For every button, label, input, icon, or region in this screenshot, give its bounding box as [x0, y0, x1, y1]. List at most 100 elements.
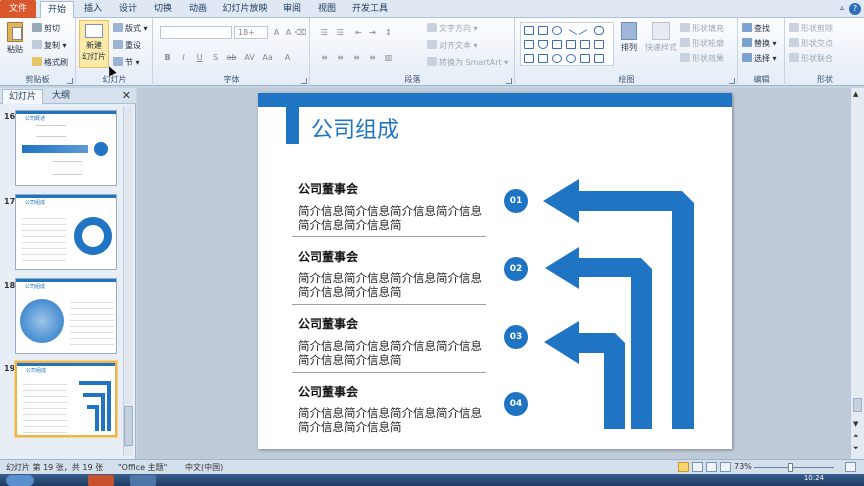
- shape-fill-button[interactable]: 形状填充: [680, 23, 724, 34]
- ribbon-minimize-icon[interactable]: ▵: [840, 3, 844, 12]
- line-spacing-icon[interactable]: ↕: [383, 27, 394, 38]
- powerpoint-taskbar-icon[interactable]: [88, 475, 114, 486]
- reset-button[interactable]: 重设: [113, 40, 141, 51]
- bold-icon[interactable]: B: [162, 52, 173, 63]
- shadow-icon[interactable]: S: [210, 52, 221, 63]
- zoom-level[interactable]: 73%: [734, 462, 752, 471]
- text-direction-button[interactable]: 文字方向 ▾: [427, 23, 478, 34]
- justify-icon[interactable]: ≡: [367, 52, 378, 63]
- shrink-font-icon[interactable]: A: [283, 27, 294, 38]
- brace-shape-icon[interactable]: [538, 54, 548, 63]
- help-icon[interactable]: ?: [849, 3, 861, 15]
- slide-vertical-scrollbar[interactable]: ▲ ▼ ⏶ ⏷: [850, 88, 864, 459]
- tab-animations[interactable]: 动画: [181, 1, 215, 18]
- taskbar-app-icon[interactable]: [130, 475, 156, 486]
- slide-thumbnail-17[interactable]: 公司组成: [15, 194, 117, 270]
- rectangle-shape-icon[interactable]: [524, 40, 534, 49]
- curve-shape-icon[interactable]: [566, 54, 576, 63]
- tab-design[interactable]: 设计: [111, 1, 145, 18]
- next-slide-icon[interactable]: ⏷: [853, 444, 859, 453]
- bullets-icon[interactable]: ☰: [319, 27, 330, 38]
- font-size-combo[interactable]: 18+: [234, 26, 268, 39]
- tab-outline-panel[interactable]: 大纲: [46, 89, 76, 104]
- scroll-down-icon[interactable]: ▼: [853, 420, 858, 428]
- arrow-shape-icon[interactable]: [580, 40, 590, 49]
- bent-arrows-graphic[interactable]: [258, 93, 732, 449]
- new-slide-button[interactable]: 新建 幻灯片: [79, 20, 109, 68]
- shape-intersect-button[interactable]: 形状交点: [789, 38, 833, 49]
- tab-slides-panel[interactable]: 幻灯片: [2, 89, 44, 104]
- current-slide[interactable]: 公司组成 公司董事会 简介信息简介信息简介信息简介信息简介信息简介信息简 01 …: [258, 93, 732, 449]
- change-case-icon[interactable]: Aa: [262, 52, 273, 63]
- shape-union-button[interactable]: 形状联合: [789, 53, 833, 64]
- rounded-rect-shape-icon[interactable]: [594, 26, 604, 35]
- tab-slideshow[interactable]: 幻灯片放映: [219, 1, 271, 18]
- align-center-icon[interactable]: ≡: [335, 52, 346, 63]
- arrow-shape-icon[interactable]: [594, 40, 604, 49]
- rectangle-shape-icon[interactable]: [524, 26, 534, 35]
- clear-format-icon[interactable]: ⌫: [295, 27, 306, 38]
- find-button[interactable]: 查找: [742, 23, 770, 34]
- previous-slide-icon[interactable]: ⏶: [853, 432, 859, 441]
- panel-scrollbar-thumb[interactable]: [124, 406, 133, 446]
- panel-scrollbar[interactable]: [123, 106, 133, 456]
- increase-indent-icon[interactable]: ⇥: [367, 27, 378, 38]
- star-shape-icon[interactable]: [580, 54, 590, 63]
- arrange-button[interactable]: 排列: [618, 22, 640, 53]
- zoom-slider-knob[interactable]: [788, 463, 793, 472]
- align-text-button[interactable]: 对齐文本 ▾: [427, 40, 478, 51]
- underline-icon[interactable]: U: [194, 52, 205, 63]
- font-family-combo[interactable]: [160, 26, 232, 39]
- font-color-icon[interactable]: A: [282, 52, 293, 63]
- clipboard-launcher-icon[interactable]: [67, 78, 73, 84]
- italic-icon[interactable]: I: [178, 52, 189, 63]
- bracket-shape-icon[interactable]: [552, 40, 562, 49]
- fit-to-window-icon[interactable]: [845, 462, 856, 472]
- slide-thumbnail-19[interactable]: 公司组成: [15, 361, 117, 437]
- tab-transitions[interactable]: 切换: [146, 1, 180, 18]
- paste-button[interactable]: 粘贴: [4, 22, 26, 55]
- strikethrough-icon[interactable]: ab: [226, 52, 237, 63]
- brace-shape-icon[interactable]: [524, 54, 534, 63]
- copy-button[interactable]: 复制 ▾: [32, 40, 67, 51]
- slide-thumbnail-16[interactable]: 公司概述: [15, 110, 117, 186]
- align-left-icon[interactable]: ≡: [319, 52, 330, 63]
- paragraph-launcher-icon[interactable]: [506, 78, 512, 84]
- shapes-gallery[interactable]: [520, 22, 614, 66]
- drawing-launcher-icon[interactable]: [729, 78, 735, 84]
- columns-icon[interactable]: ▥: [383, 52, 394, 63]
- curve-shape-icon[interactable]: [552, 54, 562, 63]
- language-status[interactable]: 中文(中国): [185, 462, 223, 473]
- triangle-shape-icon[interactable]: [538, 40, 548, 49]
- cut-button[interactable]: 剪切: [32, 23, 60, 34]
- font-launcher-icon[interactable]: [301, 78, 307, 84]
- reading-view-icon[interactable]: [706, 462, 717, 472]
- layout-button[interactable]: 版式 ▾: [113, 23, 148, 34]
- align-right-icon[interactable]: ≡: [351, 52, 362, 63]
- char-spacing-icon[interactable]: AV: [244, 52, 255, 63]
- close-icon[interactable]: ✕: [122, 89, 131, 102]
- decrease-indent-icon[interactable]: ⇤: [353, 27, 364, 38]
- tab-review[interactable]: 审阅: [276, 1, 308, 18]
- oval-shape-icon[interactable]: [552, 26, 562, 35]
- tab-developer[interactable]: 开发工具: [347, 1, 393, 18]
- section-button[interactable]: 节 ▾: [113, 57, 140, 68]
- tab-home[interactable]: 开始: [40, 1, 74, 18]
- shape-outline-button[interactable]: 形状轮廓: [680, 38, 724, 49]
- zoom-slider[interactable]: [754, 467, 834, 468]
- brace-shape-icon[interactable]: [594, 54, 604, 63]
- slide-thumbnail-18[interactable]: 公司组成: [15, 278, 117, 354]
- select-button[interactable]: 选择 ▾: [742, 53, 777, 64]
- tab-view[interactable]: 视图: [311, 1, 343, 18]
- convert-smartart-button[interactable]: 转换为 SmartArt ▾: [427, 57, 508, 68]
- rectangle-shape-icon[interactable]: [538, 26, 548, 35]
- scroll-up-icon[interactable]: ▲: [853, 90, 858, 98]
- slide-sorter-icon[interactable]: [692, 462, 703, 472]
- quick-styles-button[interactable]: 快速样式: [644, 22, 678, 53]
- format-painter-button[interactable]: 格式刷: [32, 57, 68, 68]
- replace-button[interactable]: 替换 ▾: [742, 38, 777, 49]
- numbering-icon[interactable]: ☰: [335, 27, 346, 38]
- start-button-icon[interactable]: [6, 475, 34, 486]
- normal-view-icon[interactable]: [678, 462, 689, 472]
- shape-subtract-button[interactable]: 形状剪除: [789, 23, 833, 34]
